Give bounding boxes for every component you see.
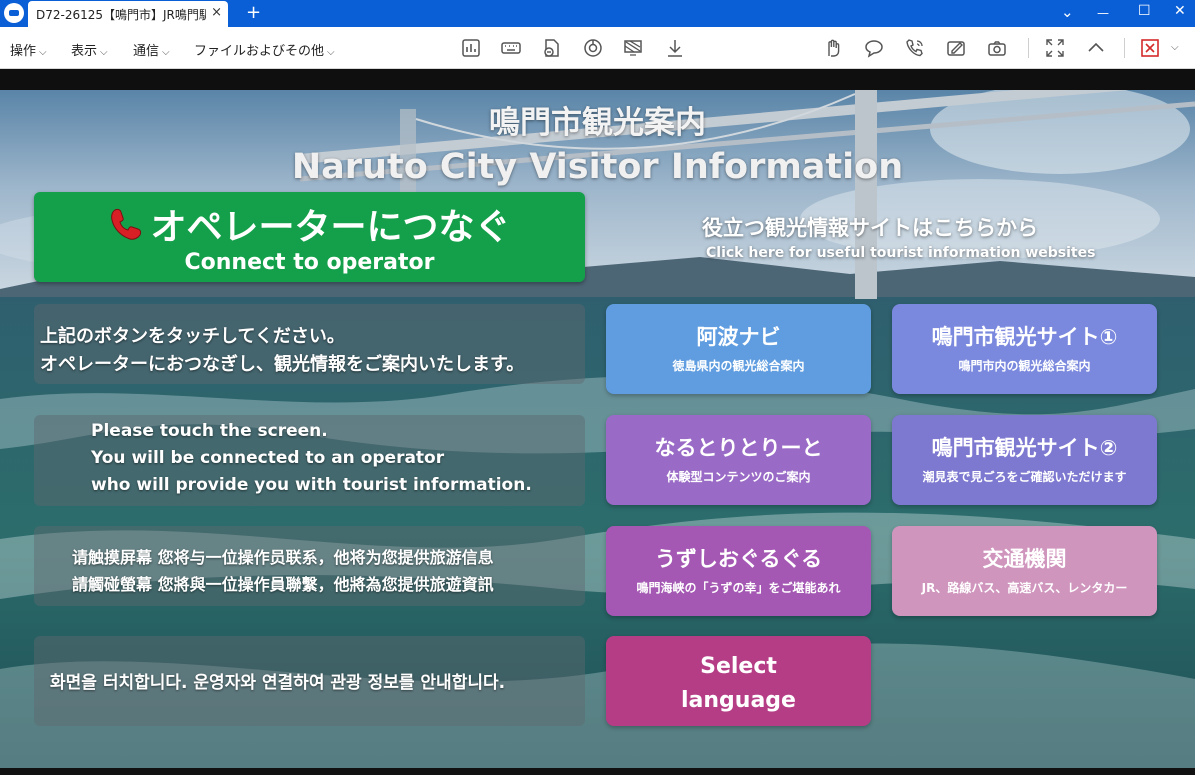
naruto-tourism-site-1-button[interactable]: 鳴門市観光サイト① 鳴門市内の観光総合案内 xyxy=(892,304,1157,394)
instructions-ja-line2: オペレーターにおつなぎし、観光情報をご案内いたします。 xyxy=(40,354,525,375)
phone-icon xyxy=(108,206,144,251)
download-icon[interactable] xyxy=(665,38,685,58)
bottom-strip xyxy=(0,768,1195,775)
awa-navi-button[interactable]: 阿波ナビ 徳島県内の観光総合案内 xyxy=(606,304,871,394)
instructions-en-line2: You will be connected to an operator xyxy=(91,448,445,468)
session-tab[interactable]: D72-26125【鳴門市】JR鳴門駅... × xyxy=(28,1,228,27)
toolbar-divider xyxy=(1028,38,1029,58)
link-title: 鳴門市観光サイト② xyxy=(931,436,1118,460)
new-tab-button[interactable]: + xyxy=(246,2,261,23)
link-subtitle: 鳴門海峡の「うずの幸」をご堪能あれ xyxy=(636,581,841,595)
menu-actions-label: 操作 xyxy=(10,44,37,59)
select-language-button[interactable]: Select language xyxy=(606,636,871,726)
link-title: 阿波ナビ xyxy=(696,325,781,349)
link-title: 鳴門市観光サイト① xyxy=(931,325,1118,349)
instructions-zh-traditional: 請觸碰螢幕 您將與一位操作員聯繫，他將為您提供旅遊資訊 xyxy=(72,575,494,594)
page-title-en: Naruto City Visitor Information xyxy=(291,147,904,187)
instructions-ja-line1: 上記のボタンをタッチしてください。 xyxy=(40,326,345,347)
whiteboard-icon[interactable] xyxy=(946,38,966,58)
menu-communication-label: 通信 xyxy=(133,44,160,59)
instructions-panel-ja: 上記のボタンをタッチしてください。 オペレーターにおつなぎし、観光情報をご案内い… xyxy=(34,304,585,384)
instructions-panel-en: Please touch the screen. You will be con… xyxy=(34,415,585,506)
info-heading-ja: 役立つ観光情報サイトはこちらから xyxy=(702,216,1038,240)
remote-screen[interactable]: 鳴門市観光案内 Naruto City Visitor Information … xyxy=(0,69,1195,768)
link-subtitle: JR、路線バス、高速バス、レンタカー xyxy=(921,581,1128,595)
file-transfer-icon[interactable] xyxy=(542,38,562,58)
connect-label-en: Connect to operator xyxy=(184,250,435,275)
instructions-ko: 화면을 터치합니다. 운영자와 연결하여 관광 정보를 안내합니다. xyxy=(50,673,506,693)
link-title: 交通機関 xyxy=(982,547,1067,571)
chevron-down-icon: ⌵ xyxy=(162,47,170,58)
menu-bar: 操作 ⌵ 表示 ⌵ 通信 ⌵ ファイルおよびその他 ⌵ ⌵ xyxy=(0,27,1195,69)
minimize-button[interactable]: — xyxy=(1097,6,1109,20)
info-heading-en: Click here for useful tourist informatio… xyxy=(706,245,1096,261)
connect-label-ja: オペレーターにつなぐ xyxy=(150,207,511,248)
keyboard-icon[interactable] xyxy=(501,38,521,58)
collapse-icon[interactable] xyxy=(1086,38,1106,58)
tab-title: D72-26125【鳴門市】JR鳴門駅... xyxy=(36,8,206,22)
uzushio-guruguru-button[interactable]: うずしおぐるぐる 鳴門海峡の「うずの幸」をご堪能あれ xyxy=(606,526,871,616)
instructions-en-line1: Please touch the screen. xyxy=(91,421,328,441)
chevron-down-icon: ⌵ xyxy=(1171,42,1179,53)
power-icon[interactable] xyxy=(583,38,603,58)
instructions-panel-ko: 화면을 터치합니다. 운영자와 연결하여 관광 정보를 안내합니다. xyxy=(34,636,585,726)
link-title: うずしおぐるぐる xyxy=(654,547,823,571)
instructions-panel-zh: 请触摸屏幕 您将与一位操作员联系，他将为您提供旅游信息 請觸碰螢幕 您將與一位操… xyxy=(34,526,585,606)
close-tab-icon[interactable]: × xyxy=(211,5,222,20)
menu-view[interactable]: 表示 ⌵ xyxy=(71,40,108,59)
select-language-line1: Select xyxy=(700,654,777,679)
toolbar-divider xyxy=(1124,38,1125,58)
close-window-button[interactable]: ✕ xyxy=(1174,3,1186,19)
phone-icon[interactable] xyxy=(905,38,925,58)
connect-to-operator-button[interactable]: オペレーターにつなぐ Connect to operator xyxy=(34,192,585,282)
camera-icon[interactable] xyxy=(987,38,1007,58)
select-language-line2: language xyxy=(681,688,796,713)
maximize-button[interactable]: ☐ xyxy=(1138,3,1151,19)
transportation-button[interactable]: 交通機関 JR、路線バス、高速バス、レンタカー xyxy=(892,526,1157,616)
naruto-tourism-site-2-button[interactable]: 鳴門市観光サイト② 潮見表で見ごろをご確認いただけます xyxy=(892,415,1157,505)
remote-top-strip xyxy=(0,69,1195,90)
chevron-down-icon: ⌵ xyxy=(100,47,108,58)
stats-icon[interactable] xyxy=(461,38,481,58)
screen-blank-icon[interactable] xyxy=(623,38,643,58)
link-subtitle: 徳島県内の観光総合案内 xyxy=(672,359,805,373)
fullscreen-icon[interactable] xyxy=(1045,38,1065,58)
teamviewer-logo-icon xyxy=(4,3,24,23)
menu-files-label: ファイルおよびその他 xyxy=(194,44,325,59)
hand-icon[interactable] xyxy=(823,38,843,58)
menu-actions[interactable]: 操作 ⌵ xyxy=(10,40,47,59)
title-bar: D72-26125【鳴門市】JR鳴門駅... × + ⌄ — ☐ ✕ xyxy=(0,0,1195,27)
page-title-ja: 鳴門市観光案内 xyxy=(489,105,706,141)
chat-icon[interactable] xyxy=(864,38,884,58)
narutori-treat-button[interactable]: なるとりとりーと 体験型コンテンツのご案内 xyxy=(606,415,871,505)
end-session-icon[interactable] xyxy=(1140,38,1160,58)
link-title: なるとりとりーと xyxy=(654,436,823,460)
link-subtitle: 体験型コンテンツのご案内 xyxy=(666,470,811,484)
link-subtitle: 潮見表で見ごろをご確認いただけます xyxy=(922,470,1127,484)
end-session-dropdown[interactable]: ⌵ xyxy=(1168,39,1179,54)
instructions-en-line3: who will provide you with tourist inform… xyxy=(91,475,532,495)
window-menu-chevron-icon[interactable]: ⌄ xyxy=(1061,3,1074,21)
chevron-down-icon: ⌵ xyxy=(327,47,335,58)
link-subtitle: 鳴門市内の観光総合案内 xyxy=(958,359,1091,373)
menu-communication[interactable]: 通信 ⌵ xyxy=(133,40,170,59)
menu-files-and-extras[interactable]: ファイルおよびその他 ⌵ xyxy=(194,40,335,59)
instructions-zh-simplified: 请触摸屏幕 您将与一位操作员联系，他将为您提供旅游信息 xyxy=(72,548,494,567)
chevron-down-icon: ⌵ xyxy=(39,47,47,58)
menu-view-label: 表示 xyxy=(71,44,98,59)
